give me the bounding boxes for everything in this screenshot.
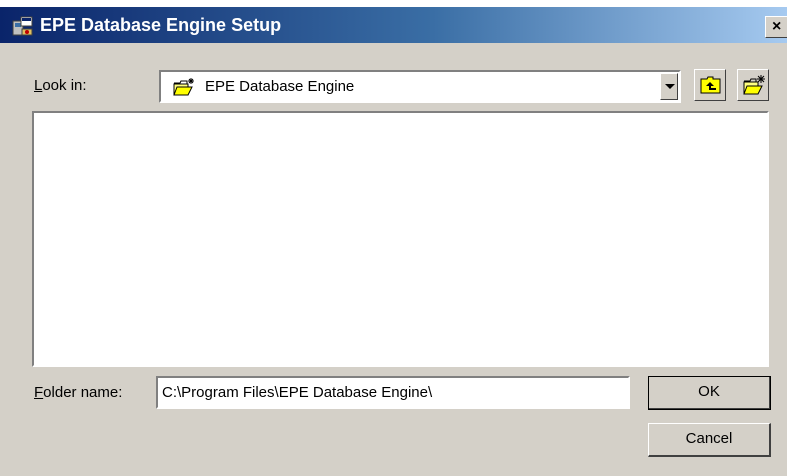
window-title: EPE Database Engine Setup [40,15,282,35]
look-in-value: EPE Database Engine [205,78,355,95]
setup-dialog: EPE Database Engine Setup × Look in: EPE… [0,7,787,476]
folder-name-label: Folder name: [34,384,123,401]
close-icon: × [772,18,782,35]
background-strip [0,0,787,7]
cancel-button[interactable]: Cancel [648,423,771,457]
ok-button[interactable]: OK [648,376,771,410]
folder-name-input[interactable] [156,376,630,409]
setup-app-icon [12,15,34,37]
create-new-folder-icon [743,75,765,95]
dropdown-arrow-button[interactable] [660,73,678,100]
folder-list-view[interactable] [32,111,769,367]
open-folder-icon [173,78,195,96]
title-bar[interactable]: EPE Database Engine Setup × [0,7,787,43]
look-in-dropdown[interactable]: EPE Database Engine [159,70,681,103]
chevron-down-icon [665,84,675,89]
close-button[interactable]: × [765,16,787,38]
look-in-label: Look in: [34,77,87,94]
create-new-folder-button[interactable] [737,69,769,101]
up-one-level-button[interactable] [694,69,726,101]
up-one-level-icon [700,76,721,94]
